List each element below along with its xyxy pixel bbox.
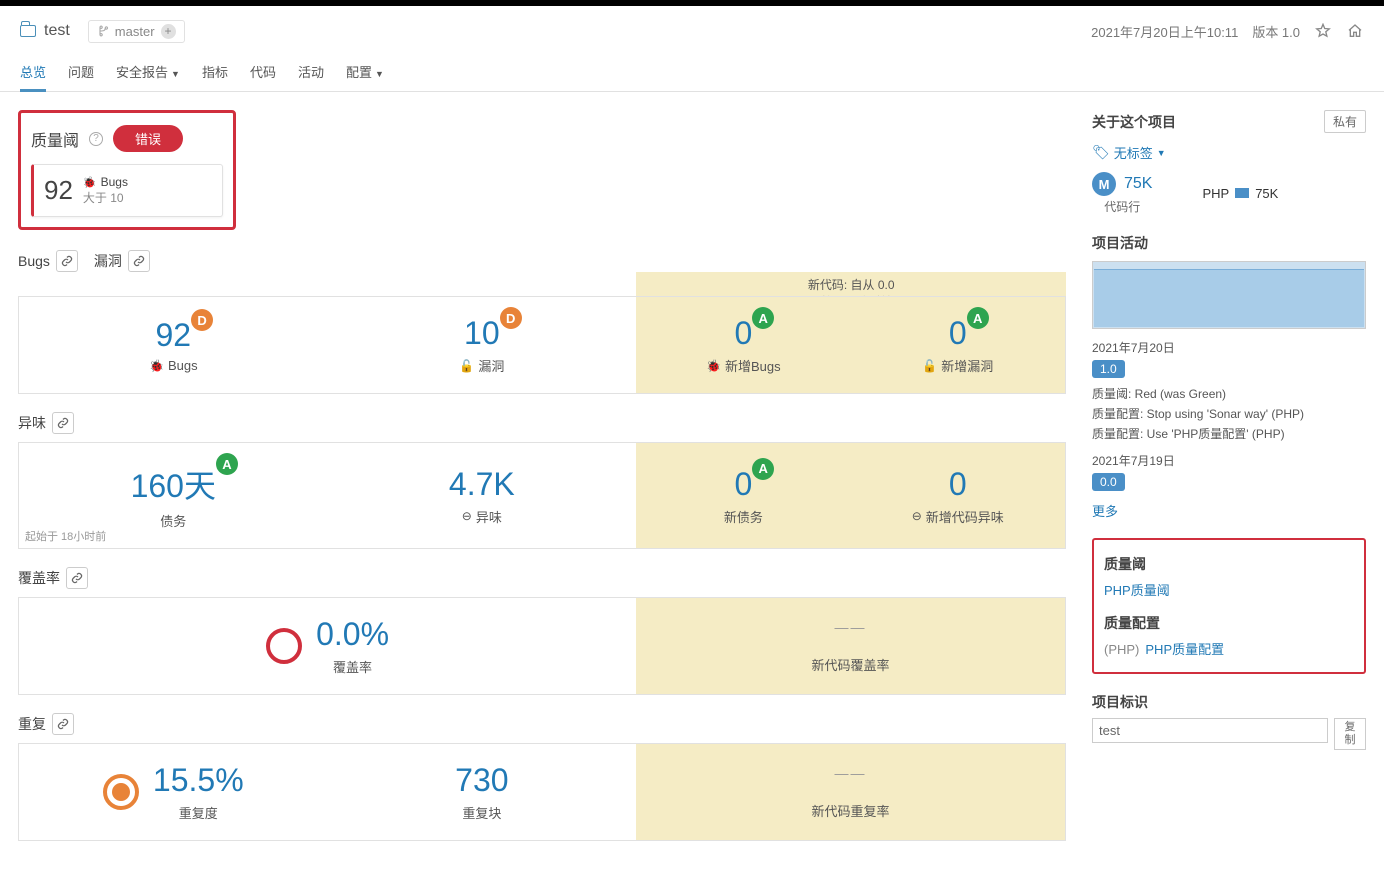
link-icon[interactable] xyxy=(56,250,78,272)
link-icon[interactable] xyxy=(52,713,74,735)
debt-rating[interactable]: A xyxy=(216,453,238,475)
tab-config[interactable]: 配置▼ xyxy=(346,54,384,91)
dup-domain: 重复 xyxy=(18,713,74,735)
new-bugs-value[interactable]: 0A xyxy=(734,315,752,352)
about-title: 关于这个项目 xyxy=(1092,112,1176,132)
new-coverage-placeholder: —— xyxy=(646,619,1055,635)
smells-domain: 异味 xyxy=(18,412,74,434)
tab-issues[interactable]: 问题 xyxy=(68,54,94,91)
home-icon[interactable] xyxy=(1346,22,1364,40)
coverage-chart xyxy=(266,628,302,664)
bugs-domain: Bugs xyxy=(18,250,78,272)
tab-code[interactable]: 代码 xyxy=(250,54,276,91)
dup-chart xyxy=(103,774,139,810)
new-debt-rating[interactable]: A xyxy=(752,458,774,480)
chevron-down-icon: ▼ xyxy=(1157,148,1166,158)
dup-value[interactable]: 15.5% xyxy=(153,762,244,799)
link-icon[interactable] xyxy=(66,567,88,589)
project-key-title: 项目标识 xyxy=(1092,692,1366,712)
lock-open-icon: 🔓 xyxy=(459,359,474,373)
tag-icon: 🏷 xyxy=(1092,144,1110,161)
bug-icon: 🐞 xyxy=(706,359,721,373)
folder-icon xyxy=(20,25,36,37)
new-dup-placeholder: —— xyxy=(646,765,1055,781)
bugs-panel: 92D🐞Bugs 10D🔓漏洞 0A🐞新增Bugs 0A🔓新增漏洞 xyxy=(18,296,1066,394)
bug-icon: 🐞 xyxy=(83,177,97,189)
star-icon[interactable] xyxy=(1314,22,1332,40)
activity-chart[interactable] xyxy=(1092,261,1366,329)
new-bugs-rating[interactable]: A xyxy=(752,307,774,329)
quality-gate-status: 错误 xyxy=(113,125,183,152)
analysis-timestamp: 2021年7月20日上午10:11 xyxy=(1091,22,1238,41)
quality-gate-link[interactable]: PHP质量阈 xyxy=(1104,580,1354,599)
project-header: test master + 2021年7月20日上午10:11 版本 1.0 xyxy=(0,6,1384,54)
smell-icon: ⊖ xyxy=(912,509,922,523)
bugs-value[interactable]: 92D xyxy=(155,317,191,354)
vuln-rating[interactable]: D xyxy=(500,307,522,329)
tab-security[interactable]: 安全报告▼ xyxy=(116,54,180,91)
version-badge[interactable]: 0.0 xyxy=(1092,473,1125,491)
smells-value[interactable]: 4.7K xyxy=(449,466,515,503)
smell-icon: ⊖ xyxy=(462,509,472,523)
activity-title: 项目活动 xyxy=(1092,233,1366,253)
nav-tabs: 总览 问题 安全报告▼ 指标 代码 活动 配置▼ xyxy=(0,54,1384,92)
coverage-value[interactable]: 0.0% xyxy=(316,616,389,653)
debt-footnote: 起始于 18小时前 xyxy=(25,528,106,544)
new-debt-value[interactable]: 0A xyxy=(734,466,752,503)
debt-value[interactable]: 160天A xyxy=(131,461,216,507)
version-label: 版本 1.0 xyxy=(1252,22,1300,41)
new-smells-value[interactable]: 0 xyxy=(949,466,967,503)
copy-button[interactable]: 复制 xyxy=(1334,718,1366,750)
project-name[interactable]: test xyxy=(20,22,70,40)
profiles-highlight: 质量阈 PHP质量阈 质量配置 (PHP)PHP质量配置 xyxy=(1092,538,1366,674)
new-vuln-value[interactable]: 0A xyxy=(949,315,967,352)
size-badge: M xyxy=(1092,172,1116,196)
vuln-value[interactable]: 10D xyxy=(464,315,500,352)
quality-profile-link[interactable]: PHP质量配置 xyxy=(1145,642,1224,657)
help-icon[interactable]: ? xyxy=(89,132,103,146)
bug-icon: 🐞 xyxy=(149,359,164,373)
smells-panel: 160天A债务 4.7K⊖异味 0A新债务 0⊖新增代码异味 起始于 18小时前 xyxy=(18,442,1066,549)
loc-value[interactable]: 75K xyxy=(1124,175,1152,193)
tab-activity[interactable]: 活动 xyxy=(298,54,324,91)
coverage-domain: 覆盖率 xyxy=(18,567,88,589)
tab-overview[interactable]: 总览 xyxy=(20,54,46,91)
more-link[interactable]: 更多 xyxy=(1092,501,1118,520)
version-badge[interactable]: 1.0 xyxy=(1092,360,1125,378)
project-key-input[interactable] xyxy=(1092,718,1328,743)
quality-gate-condition[interactable]: 92 🐞Bugs 大于 10 xyxy=(31,164,223,217)
branch-selector[interactable]: master + xyxy=(88,20,185,43)
vuln-domain: 漏洞 xyxy=(94,250,150,272)
dup-blocks-value[interactable]: 730 xyxy=(455,762,508,799)
new-vuln-rating[interactable]: A xyxy=(967,307,989,329)
link-icon[interactable] xyxy=(52,412,74,434)
lang-dist: PHP75K xyxy=(1202,186,1278,201)
link-icon[interactable] xyxy=(128,250,150,272)
quality-gate-panel: 质量阈 ? 错误 92 🐞Bugs 大于 10 xyxy=(18,110,236,230)
quality-gate-title: 质量阈 xyxy=(31,127,79,151)
dup-panel: 15.5%重复度 730重复块 —— 新代码重复率 xyxy=(18,743,1066,841)
add-icon[interactable]: + xyxy=(161,24,176,39)
private-button[interactable]: 私有 xyxy=(1324,110,1366,133)
tab-measures[interactable]: 指标 xyxy=(202,54,228,91)
bugs-rating[interactable]: D xyxy=(191,309,213,331)
tags-link[interactable]: 🏷 无标签 ▼ xyxy=(1092,143,1366,162)
coverage-panel: 0.0%覆盖率 —— 新代码覆盖率 xyxy=(18,597,1066,695)
lock-open-icon: 🔓 xyxy=(922,359,937,373)
branch-icon xyxy=(97,24,109,38)
